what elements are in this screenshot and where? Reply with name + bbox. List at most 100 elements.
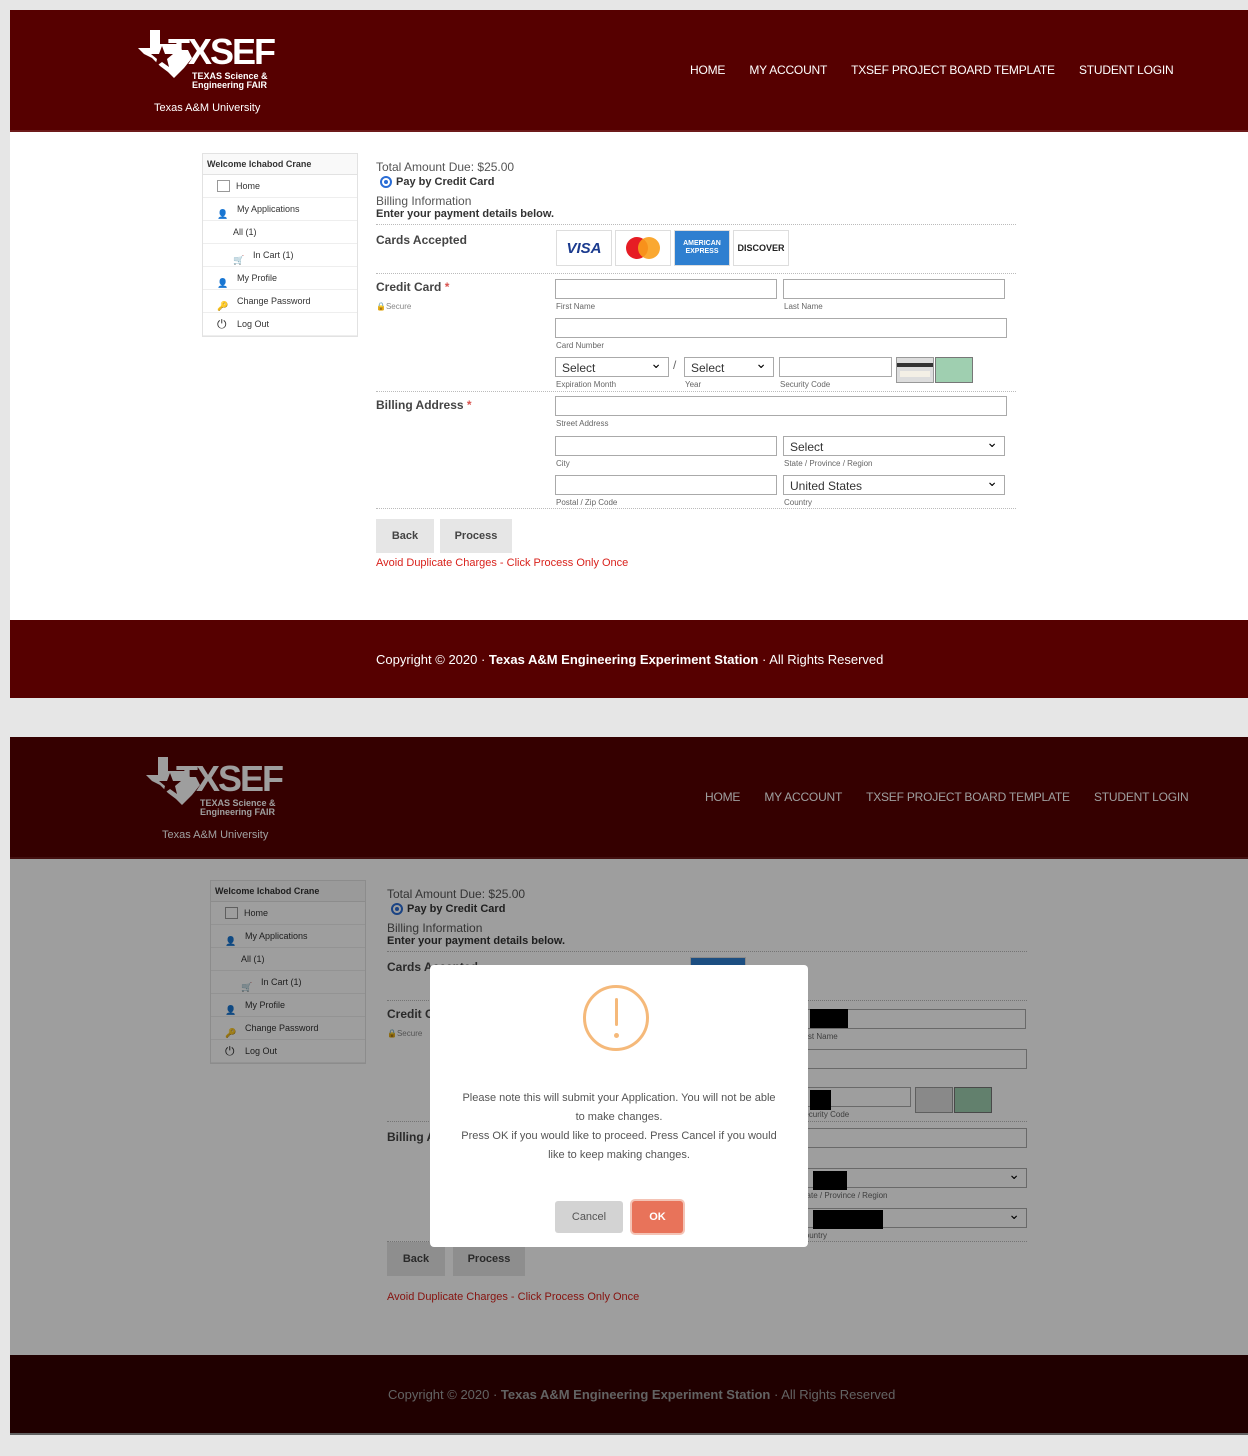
sidebar-item-label: In Cart (1) [253, 250, 294, 260]
payment-form: Total Amount Due: $25.00 Pay by Credit C… [376, 160, 1026, 600]
postal-code-caption: Postal / Zip Code [556, 498, 618, 507]
amex-card-icon: AMERICAN EXPRESS [674, 230, 730, 266]
sidebar-item-all[interactable]: All (1) [203, 221, 357, 244]
nav-student-login[interactable]: STUDENT LOGIN [1079, 63, 1174, 77]
secure-text: Secure [385, 302, 412, 311]
last-name-caption: Last Name [784, 302, 823, 311]
cards-accepted-label: Cards Accepted [376, 233, 467, 247]
back-button[interactable]: Back [376, 519, 434, 553]
warning-exclamation-icon [583, 985, 649, 1051]
billing-info-heading: Billing Information [376, 194, 472, 209]
card-number-input[interactable] [555, 318, 1007, 338]
postal-code-input[interactable] [555, 475, 777, 495]
university-name: Texas A&M University [154, 102, 261, 114]
user-application-icon: 👤 [217, 209, 229, 219]
mastercard-circles [626, 237, 660, 259]
city-input[interactable] [555, 436, 777, 456]
sidebar-item-my-applications[interactable]: 👤 My Applications [203, 198, 357, 221]
year-caption: Year [685, 380, 702, 389]
lock-icon: 🔒 [376, 302, 386, 311]
sidebar-item-my-profile[interactable]: 👤 My Profile [203, 267, 357, 290]
sidebar-welcome: Welcome Ichabod Crane [203, 154, 357, 175]
sidebar-item-log-out[interactable]: ⏻ Log Out [203, 313, 357, 336]
enter-details-text: Enter your payment details below. [376, 208, 555, 221]
visa-card-icon: VISA [556, 230, 612, 266]
power-icon: ⏻ [217, 317, 227, 331]
nav-home[interactable]: HOME [690, 63, 725, 77]
confirm-message-line-2: Press OK if you would like to proceed. P… [461, 1130, 777, 1161]
nav-my-account[interactable]: MY ACCOUNT [749, 63, 827, 77]
security-code-input[interactable] [779, 357, 892, 377]
security-code-caption: Security Code [780, 380, 831, 389]
logo-subtitle-2: Engineering FAIR [192, 80, 268, 90]
copyright-prefix: Copyright © 2020 · [376, 651, 489, 667]
credit-card-label-text: Credit Card [376, 280, 442, 294]
home-page-icon [217, 180, 230, 192]
main-nav: HOME MY ACCOUNT TXSEF PROJECT BOARD TEMP… [690, 63, 1195, 77]
last-name-input[interactable] [783, 279, 1005, 299]
sidebar-item-in-cart[interactable]: 🛒 In Cart (1) [203, 244, 357, 267]
billing-address-label-text: Billing Address [376, 398, 464, 412]
txsef-logo[interactable]: TXSEF TEXAS Science & Engineering FAIR T… [138, 26, 278, 116]
expiration-month-select[interactable]: Select [555, 355, 669, 377]
pay-method-option[interactable]: Pay by Credit Card [376, 176, 1026, 189]
sidebar-item-home[interactable]: Home [203, 175, 357, 198]
street-address-caption: Street Address [556, 419, 609, 428]
discover-card-icon: DISCOVER [733, 230, 789, 266]
process-button[interactable]: Process [440, 519, 512, 553]
confirm-message: Please note this will submit your Applic… [460, 1089, 778, 1165]
ok-button[interactable]: OK [632, 1201, 683, 1233]
card-number-caption: Card Number [556, 341, 605, 350]
required-mark: * [444, 280, 450, 294]
copyright-suffix: · All Rights Reserved [758, 651, 884, 667]
screenshot-payment-form: TXSEF TEXAS Science & Engineering FAIR T… [10, 10, 1248, 698]
state-select[interactable]: Select [783, 434, 1005, 456]
divider [376, 508, 1016, 509]
profile-icon: 👤 [217, 278, 229, 288]
expiration-month-caption: Expiration Month [556, 380, 617, 389]
total-amount-due: Total Amount Due: $25.00 [376, 160, 515, 174]
logo-text: TXSEF [168, 31, 276, 72]
confirm-message-line-1: Please note this will submit your Applic… [462, 1092, 776, 1123]
sidebar-item-label: My Applications [237, 204, 300, 214]
site-footer: Copyright © 2020 · Texas A&M Engineering… [10, 620, 1248, 698]
credit-card-radio[interactable] [380, 176, 392, 189]
required-mark: * [466, 398, 472, 412]
cancel-button[interactable]: Cancel [555, 1201, 623, 1233]
site-header: TXSEF TEXAS Science & Engineering FAIR T… [10, 10, 1248, 132]
sidebar-item-change-password[interactable]: 🔑 Change Password [203, 290, 357, 313]
secure-badge: 🔒Secure [376, 302, 411, 311]
screenshot-confirm-dialog: TXSEF TEXAS Science & Engineering FAIR T… [10, 737, 1248, 1435]
year-select[interactable]: Select [684, 355, 774, 377]
cart-icon: 🛒 [233, 255, 245, 265]
account-sidebar: Welcome Ichabod Crane Home 👤 My Applicati… [202, 153, 358, 337]
pay-method-label: Pay by Credit Card [396, 176, 495, 188]
divider [376, 273, 1016, 274]
card-back-cvv-icon [896, 357, 934, 383]
card-front-cvv-icon [935, 357, 973, 383]
confirm-dialog: Please note this will submit your Applic… [430, 965, 808, 1247]
modal-backdrop-header[interactable] [10, 737, 1248, 857]
modal-backdrop-footer[interactable] [10, 1355, 1248, 1435]
credit-card-label: Credit Card * [376, 280, 449, 294]
sidebar-item-label: Log Out [237, 319, 270, 329]
mastercard-icon [615, 230, 671, 266]
state-caption: State / Province / Region [784, 459, 873, 468]
street-address-input[interactable] [555, 396, 1007, 416]
first-name-caption: First Name [556, 302, 596, 311]
country-caption: Country [784, 498, 813, 507]
key-icon: 🔑 [217, 301, 229, 311]
country-select[interactable]: United States [783, 473, 1005, 495]
sidebar-item-label: My Profile [237, 273, 278, 283]
duplicate-charge-warning: Avoid Duplicate Charges - Click Process … [376, 557, 629, 569]
nav-project-board-template[interactable]: TXSEF PROJECT BOARD TEMPLATE [851, 63, 1055, 77]
date-separator: / [673, 358, 677, 372]
billing-address-label: Billing Address * [376, 398, 472, 412]
divider [376, 391, 1016, 392]
sidebar-item-label: Home [236, 181, 261, 191]
divider [376, 224, 1016, 225]
sidebar-item-label: All (1) [233, 227, 257, 237]
copyright-org[interactable]: Texas A&M Engineering Experiment Station [489, 652, 758, 667]
copyright-text: Copyright © 2020 · Texas A&M Engineering… [376, 652, 883, 667]
first-name-input[interactable] [555, 279, 777, 299]
